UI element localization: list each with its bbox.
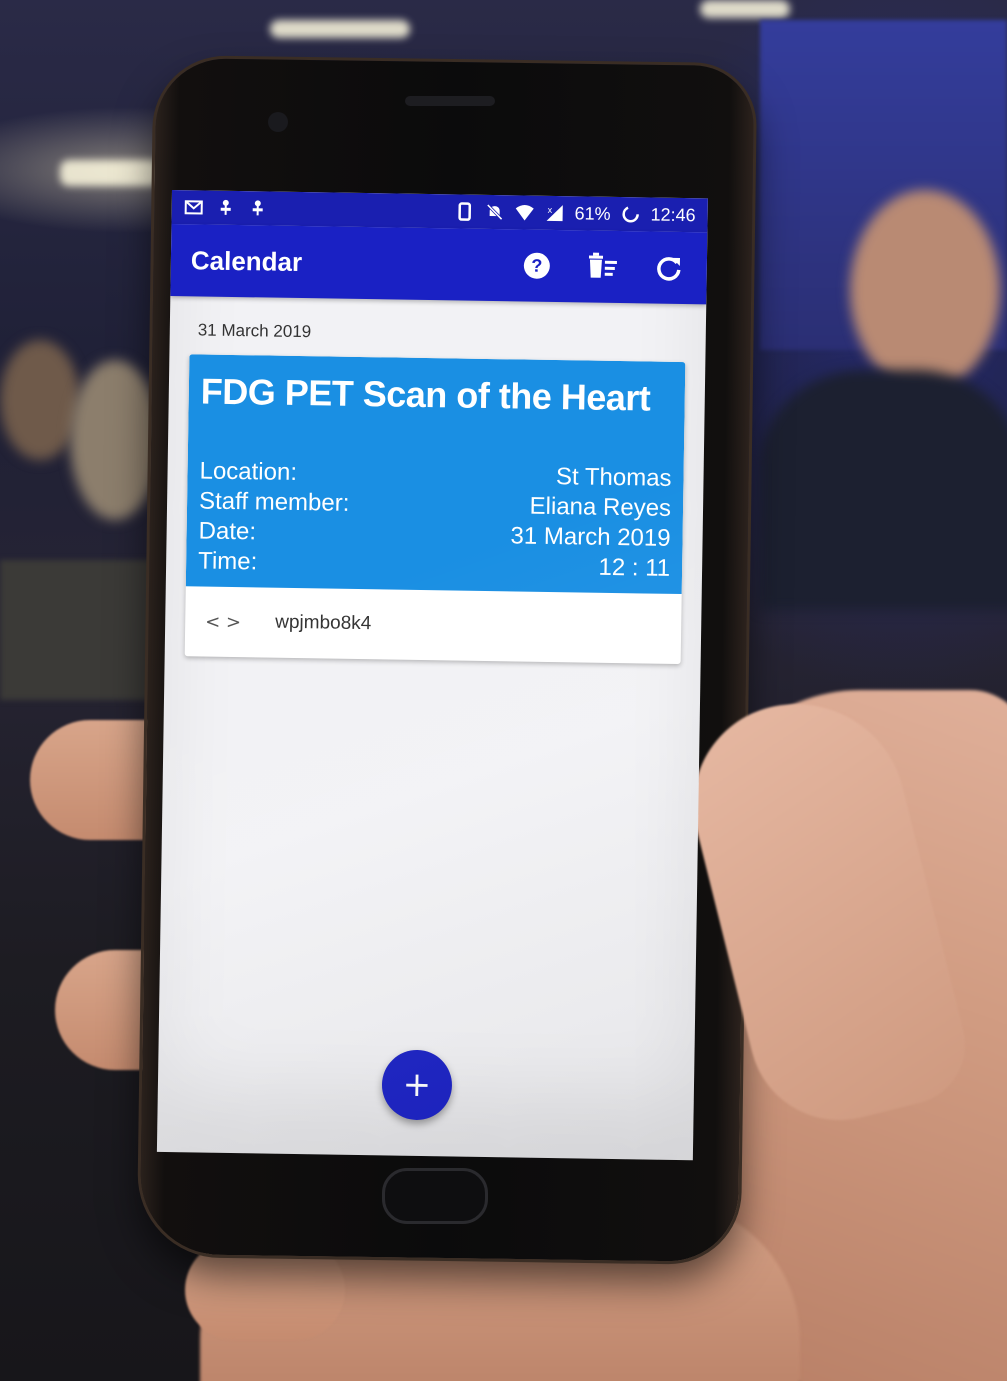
notifications-off-icon [484, 202, 504, 222]
delete-sweep-icon[interactable] [585, 248, 622, 285]
appointment-title: FDG PET Scan of the Heart [200, 370, 651, 419]
background-person-head [850, 190, 1000, 390]
detail-label: Staff member: [198, 487, 350, 517]
ceiling-light [700, 0, 790, 18]
phone-earpiece [405, 96, 495, 106]
photo-scene: x 61% 12:46 Calendar ? 31 March 2019 FDG… [0, 0, 1007, 1381]
phone-icon [454, 201, 474, 221]
battery-icon [620, 204, 640, 224]
add-appointment-button[interactable]: + [381, 1049, 453, 1121]
phone-camera [268, 112, 288, 132]
detail-value: Eliana Reyes [529, 492, 672, 522]
detail-label: Date: [198, 517, 257, 546]
svg-text:x: x [548, 205, 553, 215]
appointment-code: wpjmbo8k4 [275, 611, 372, 635]
background-person-body [760, 370, 1007, 610]
ceiling-light [270, 20, 410, 38]
gmail-icon [184, 197, 204, 217]
background-person [0, 340, 80, 460]
appointment-card[interactable]: FDG PET Scan of the Heart Location: St T… [184, 354, 686, 665]
svg-text:?: ? [531, 256, 542, 276]
background-person [70, 360, 160, 520]
usb-icon [216, 198, 236, 218]
detail-value: 12 : 11 [598, 553, 671, 582]
code-icon[interactable]: < > [205, 611, 275, 633]
detail-value: St Thomas [555, 463, 672, 492]
usb-icon [248, 198, 268, 218]
app-bar: Calendar ? [170, 223, 708, 305]
ceiling-light [60, 160, 160, 186]
wifi-icon [514, 202, 534, 222]
clock: 12:46 [650, 204, 696, 225]
detail-value: 31 March 2019 [510, 522, 671, 552]
battery-percent: 61% [574, 202, 611, 224]
phone-screen: x 61% 12:46 Calendar ? 31 March 2019 FDG… [156, 190, 708, 1161]
appointment-list: 31 March 2019 FDG PET Scan of the Heart … [165, 296, 707, 665]
section-date-header: 31 March 2019 [197, 320, 312, 342]
signal-icon: x [544, 203, 564, 223]
help-icon[interactable]: ? [519, 247, 556, 284]
refresh-icon[interactable] [651, 250, 688, 287]
detail-row-time: Time: 12 : 11 [198, 546, 670, 583]
home-button[interactable] [382, 1168, 488, 1224]
detail-label: Time: [197, 547, 258, 576]
detail-label: Location: [199, 457, 298, 486]
appointment-card-header: FDG PET Scan of the Heart Location: St T… [185, 354, 686, 595]
app-title: Calendar [190, 244, 303, 277]
appointment-card-footer: < > wpjmbo8k4 [185, 586, 682, 664]
